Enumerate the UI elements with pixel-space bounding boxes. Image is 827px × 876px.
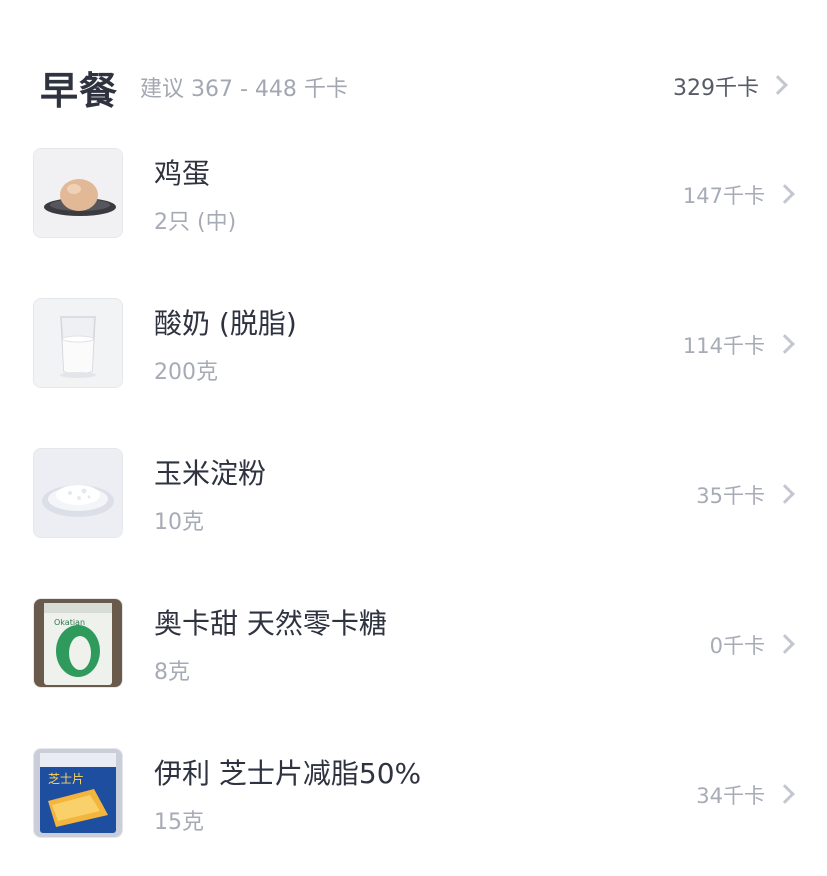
food-item[interactable]: 玉米淀粉 10克 35千卡	[33, 448, 795, 538]
food-name: 伊利 芝士片减脂50%	[154, 757, 422, 790]
food-item[interactable]: Okatian 奥卡甜 天然零卡糖 8克 0千卡	[33, 598, 795, 688]
egg-thumbnail	[33, 148, 123, 238]
food-amount: 2只 (中)	[154, 210, 237, 235]
food-name: 鸡蛋	[154, 157, 211, 190]
food-name: 酸奶 (脱脂)	[154, 307, 297, 340]
chevron-right-icon	[775, 484, 795, 504]
food-kcal: 147千卡	[682, 184, 765, 208]
chevron-right-icon	[775, 784, 795, 804]
food-log-page: 早餐 建议 367 - 448 千卡 329千卡 鸡蛋 2只 (中) 147千卡	[0, 0, 827, 876]
food-item[interactable]: 酸奶 (脱脂) 200克 114千卡	[33, 298, 795, 388]
food-amount: 15克	[154, 810, 204, 835]
food-name: 奥卡甜 天然零卡糖	[154, 607, 387, 640]
meal-title: 早餐	[40, 69, 119, 113]
chevron-right-icon	[775, 184, 795, 204]
food-kcal: 35千卡	[696, 484, 765, 508]
package-brand-text: Okatian	[54, 618, 85, 627]
sweetener-thumbnail: Okatian	[33, 598, 123, 688]
food-kcal: 114千卡	[682, 334, 765, 358]
food-kcal: 0千卡	[709, 634, 765, 658]
meal-total-kcal: 329千卡	[673, 76, 759, 101]
chevron-right-icon[interactable]	[768, 75, 788, 95]
food-amount: 8克	[154, 660, 190, 685]
starch-thumbnail	[33, 448, 123, 538]
food-kcal: 34千卡	[696, 784, 765, 808]
meal-header[interactable]: 早餐 建议 367 - 448 千卡 329千卡	[40, 58, 791, 113]
food-item[interactable]: 鸡蛋 2只 (中) 147千卡	[33, 148, 795, 238]
yogurt-thumbnail	[33, 298, 123, 388]
cheese-thumbnail: 芝士片	[33, 748, 123, 838]
food-amount: 10克	[154, 510, 204, 535]
chevron-right-icon	[775, 334, 795, 354]
food-amount: 200克	[154, 360, 218, 385]
meal-suggestion: 建议 367 - 448 千卡	[140, 77, 348, 102]
chevron-right-icon	[775, 634, 795, 654]
food-item[interactable]: 芝士片 伊利 芝士片减脂50% 15克 34千卡	[33, 748, 795, 838]
food-name: 玉米淀粉	[154, 457, 267, 490]
package-label-text: 芝士片	[48, 771, 84, 786]
